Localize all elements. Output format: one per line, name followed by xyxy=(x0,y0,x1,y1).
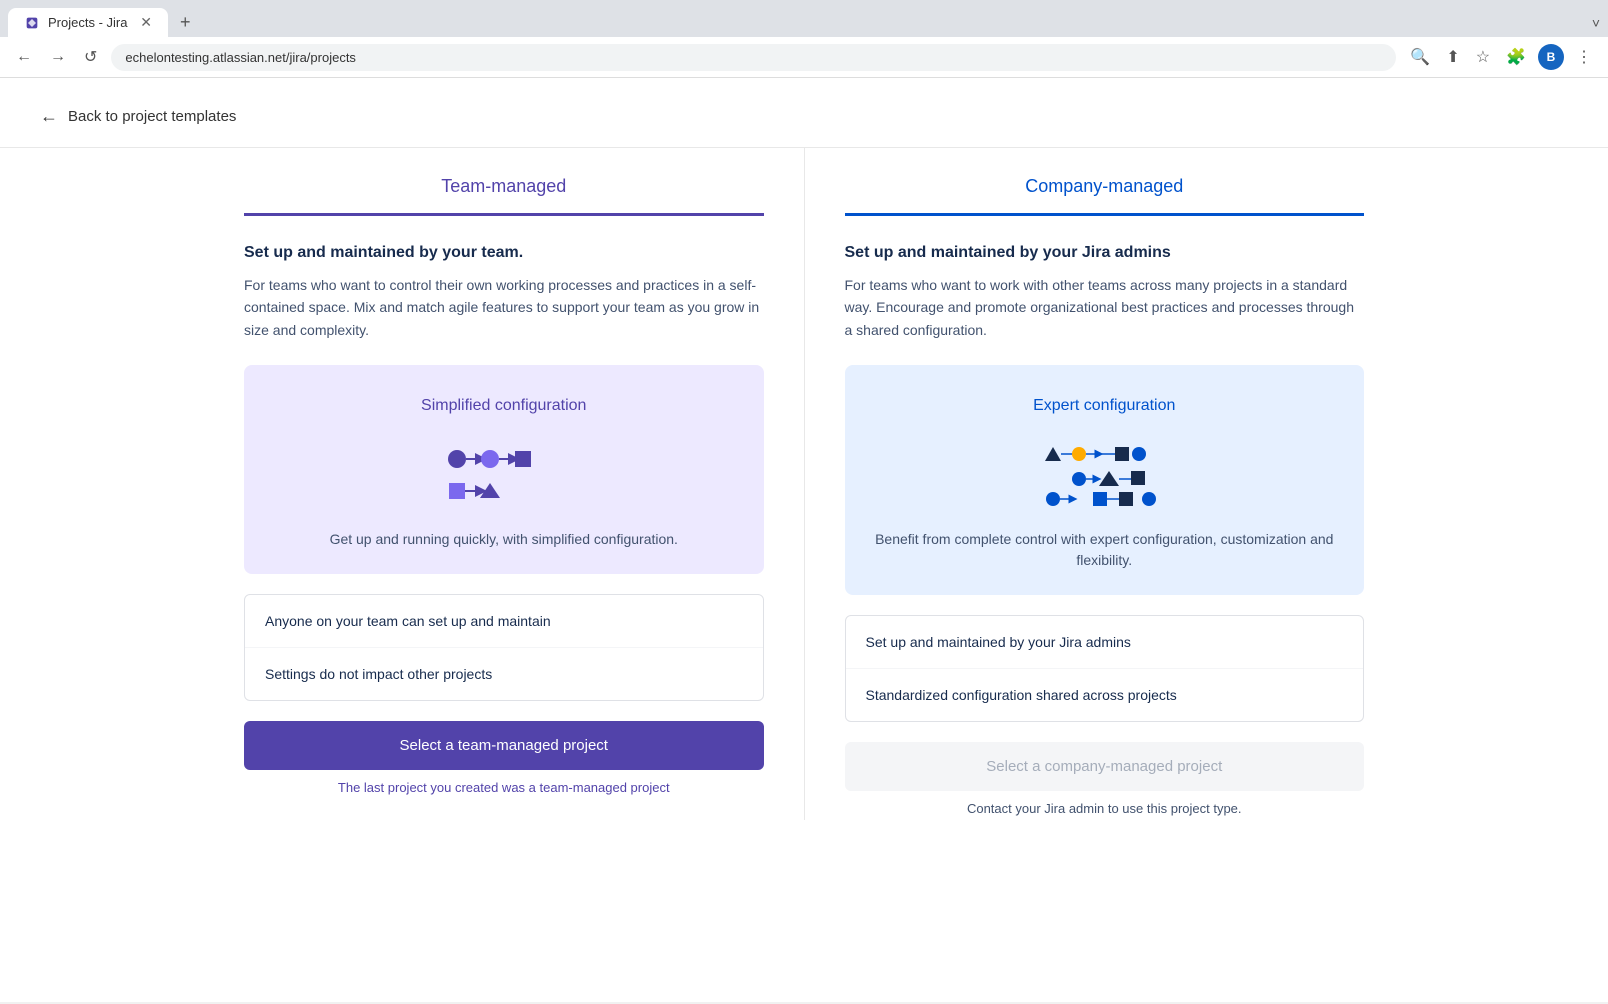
download-icon[interactable]: ⬆ xyxy=(1442,43,1463,71)
company-btn-note: Contact your Jira admin to use this proj… xyxy=(845,801,1365,816)
back-nav-label: Back to project templates xyxy=(68,108,236,125)
select-team-managed-button[interactable]: Select a team-managed project xyxy=(244,721,764,770)
team-diagram xyxy=(268,439,740,509)
company-feature-1: Set up and maintained by your Jira admin… xyxy=(846,616,1364,669)
address-bar[interactable] xyxy=(111,44,1396,71)
active-tab[interactable]: Projects - Jira ✕ xyxy=(8,8,168,37)
team-section-desc: For teams who want to control their own … xyxy=(244,274,764,341)
company-feature-list: Set up and maintained by your Jira admin… xyxy=(845,615,1365,722)
team-btn-note: The last project you created was a team-… xyxy=(244,780,764,795)
zoom-icon[interactable]: 🔍 xyxy=(1406,43,1434,71)
company-section-title: Set up and maintained by your Jira admin… xyxy=(845,244,1365,262)
tab-team-managed[interactable]: Team-managed xyxy=(244,148,764,216)
reload-button[interactable]: ↺ xyxy=(80,43,101,71)
menu-icon[interactable]: ⋮ xyxy=(1572,43,1596,71)
team-config-card: Simplified configuration xyxy=(244,365,764,574)
new-tab-button[interactable]: + xyxy=(172,8,199,37)
tab-expand-icon: ˅ xyxy=(1592,15,1600,31)
company-section-desc: For teams who want to work with other te… xyxy=(845,274,1365,341)
team-config-desc: Get up and running quickly, with simplif… xyxy=(268,529,740,550)
avatar[interactable]: B xyxy=(1538,44,1564,70)
back-arrow-icon: ← xyxy=(40,106,58,127)
team-feature-1: Anyone on your team can set up and maint… xyxy=(245,595,763,648)
jira-tab-icon xyxy=(24,15,40,31)
company-config-desc: Benefit from complete control with exper… xyxy=(869,529,1341,571)
tab-title: Projects - Jira xyxy=(48,15,127,30)
extensions-icon[interactable]: 🧩 xyxy=(1502,43,1530,71)
tab-company-managed[interactable]: Company-managed xyxy=(845,148,1365,216)
tab-close-btn[interactable]: ✕ xyxy=(140,14,152,31)
company-feature-2: Standardized configuration shared across… xyxy=(846,669,1364,721)
team-feature-2: Settings do not impact other projects xyxy=(245,648,763,700)
bookmark-icon[interactable]: ☆ xyxy=(1472,43,1494,71)
forward-nav-button[interactable]: → xyxy=(46,44,70,70)
team-section-title: Set up and maintained by your team. xyxy=(244,244,764,262)
company-diagram xyxy=(869,439,1341,509)
select-company-managed-button[interactable]: Select a company-managed project xyxy=(845,742,1365,791)
company-config-card: Expert configuration xyxy=(845,365,1365,595)
back-nav-button[interactable]: ← xyxy=(12,44,36,70)
team-feature-list: Anyone on your team can set up and maint… xyxy=(244,594,764,701)
team-config-title: Simplified configuration xyxy=(268,397,740,415)
back-nav-link[interactable]: ← Back to project templates xyxy=(0,78,1608,148)
company-config-title: Expert configuration xyxy=(869,397,1341,415)
